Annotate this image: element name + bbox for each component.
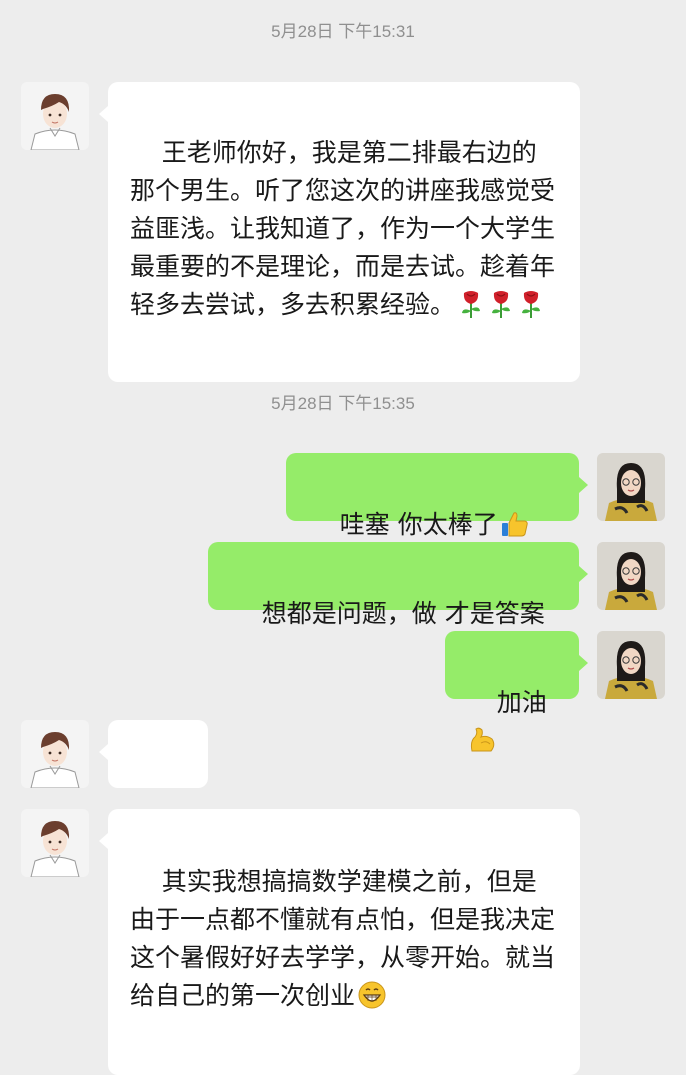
message-bubble[interactable]: 哇塞 你太棒了: [286, 453, 588, 581]
teacher-avatar[interactable]: [597, 453, 665, 521]
message-bubble[interactable]: 想都是问题，做 才是答案: [208, 542, 588, 628]
message-text: 哇塞 你太棒了: [339, 510, 498, 539]
teacher-avatar-image: [597, 542, 665, 610]
message-text: 想都是问题，做 才是答案: [261, 599, 545, 628]
boy-avatar-image: [21, 809, 89, 877]
rose-icon: [517, 289, 545, 330]
rose-icon: [487, 289, 515, 330]
message-text: 其实我想搞搞数学建模之前，但是由于一点都不懂就有点怕，但是我决定这个暑假好好去学…: [130, 867, 556, 1010]
teacher-avatar[interactable]: [597, 542, 665, 610]
chat-area[interactable]: 5月28日 下午15:31 王老师你好，我是第二排最右边的那个男生。听了您这次的…: [0, 0, 686, 1075]
timestamp: 5月28日 下午15:31: [271, 22, 415, 41]
timestamp: 5月28日 下午15:35: [271, 394, 415, 413]
message-bubble[interactable]: 王老师你好，我是第二排最右边的那个男生。听了您这次的讲座我感觉受益匪浅。让我知道…: [99, 82, 580, 382]
message-bubble[interactable]: 加油: [445, 631, 588, 752]
teacher-avatar-image: [597, 631, 665, 699]
boy-avatar-image: [21, 82, 89, 150]
teacher-avatar-image: [597, 453, 665, 521]
message-bubble[interactable]: 嗯嗯: [99, 720, 208, 844]
boy-avatar[interactable]: [21, 809, 89, 877]
rose-icon: [457, 289, 485, 330]
boy-avatar-image: [21, 720, 89, 788]
boy-avatar[interactable]: [21, 82, 89, 150]
message-text: 加油: [496, 688, 547, 717]
grinning-face-icon: [357, 980, 387, 1021]
flexed-biceps-icon: [467, 725, 497, 766]
teacher-avatar[interactable]: [597, 631, 665, 699]
message-bubble[interactable]: 其实我想搞搞数学建模之前，但是由于一点都不懂就有点怕，但是我决定这个暑假好好去学…: [99, 809, 580, 1075]
boy-avatar[interactable]: [21, 720, 89, 788]
